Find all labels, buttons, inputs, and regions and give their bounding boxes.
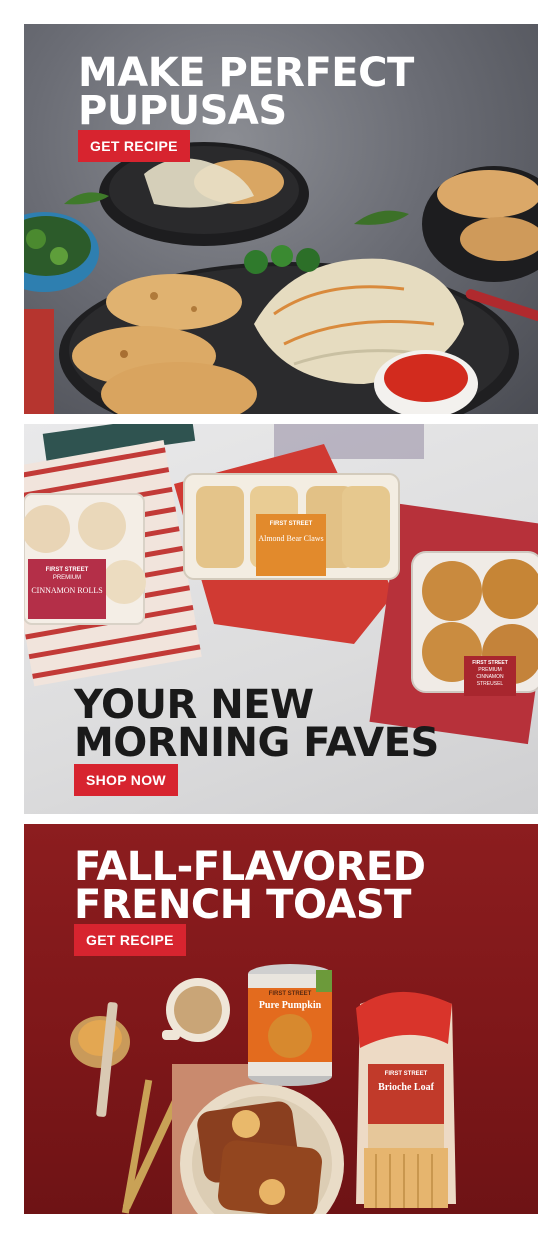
get-recipe-button[interactable]: GET RECIPE <box>78 130 190 162</box>
brand-logo: FIRST STREET <box>268 991 312 997</box>
brioche-bag <box>356 991 456 1208</box>
shop-now-button[interactable]: SHOP NOW <box>74 764 178 796</box>
brand-logo: FIRST STREET <box>269 521 313 527</box>
product-name: CINNAMON STREUSEL <box>476 674 504 687</box>
pupusas-banner[interactable]: MAKE PERFECT PUPUSAS GET RECIPE <box>24 24 538 414</box>
product-tag: PREMIUM <box>52 575 82 581</box>
product-name: Almond Bear Claws <box>258 534 324 543</box>
bear-claw-package: FIRST STREET Almond Bear Claws <box>258 520 324 543</box>
headline-line-2: MORNING FAVES <box>74 720 439 766</box>
get-recipe-button[interactable]: GET RECIPE <box>74 924 186 956</box>
product-name: CINNAMON ROLLS <box>31 586 103 595</box>
brand-logo: FIRST STREET <box>45 567 89 573</box>
french-toast-headline: FALL-FLAVORED FRENCH TOAST <box>74 847 426 925</box>
brioche-label: FIRST STREET Brioche Loaf <box>370 1070 442 1093</box>
product-tag: PREMIUM <box>478 667 502 673</box>
morning-faves-banner[interactable]: FIRST STREET PREMIUM CINNAMON ROLLS FIRS… <box>24 424 538 814</box>
brand-logo: FIRST STREET <box>384 1071 428 1077</box>
morning-faves-headline: YOUR NEW MORNING FAVES <box>74 685 439 763</box>
product-name: Pure Pumpkin <box>258 1000 322 1011</box>
french-toast-banner[interactable]: FIRST STREET Pure Pumpkin FIRST STREET B… <box>24 824 538 1214</box>
headline-line-2: PUPUSAS <box>78 88 287 134</box>
cinnamon-roll-package: FIRST STREET PREMIUM CINNAMON ROLLS <box>30 566 104 595</box>
pupusa-1 <box>106 274 242 330</box>
product-name: Brioche Loaf <box>378 1082 434 1093</box>
muffin-package: FIRST STREET PREMIUM CINNAMON STREUSEL <box>465 660 515 688</box>
brand-logo: FIRST STREET <box>472 660 508 666</box>
pumpkin-can <box>248 964 332 1086</box>
pumpkin-label: FIRST STREET Pure Pumpkin <box>256 990 324 1011</box>
right-pupusa-top <box>437 170 538 218</box>
pupusas-headline: MAKE PERFECT PUPUSAS <box>78 53 414 131</box>
headline-line-2: FRENCH TOAST <box>74 882 411 928</box>
